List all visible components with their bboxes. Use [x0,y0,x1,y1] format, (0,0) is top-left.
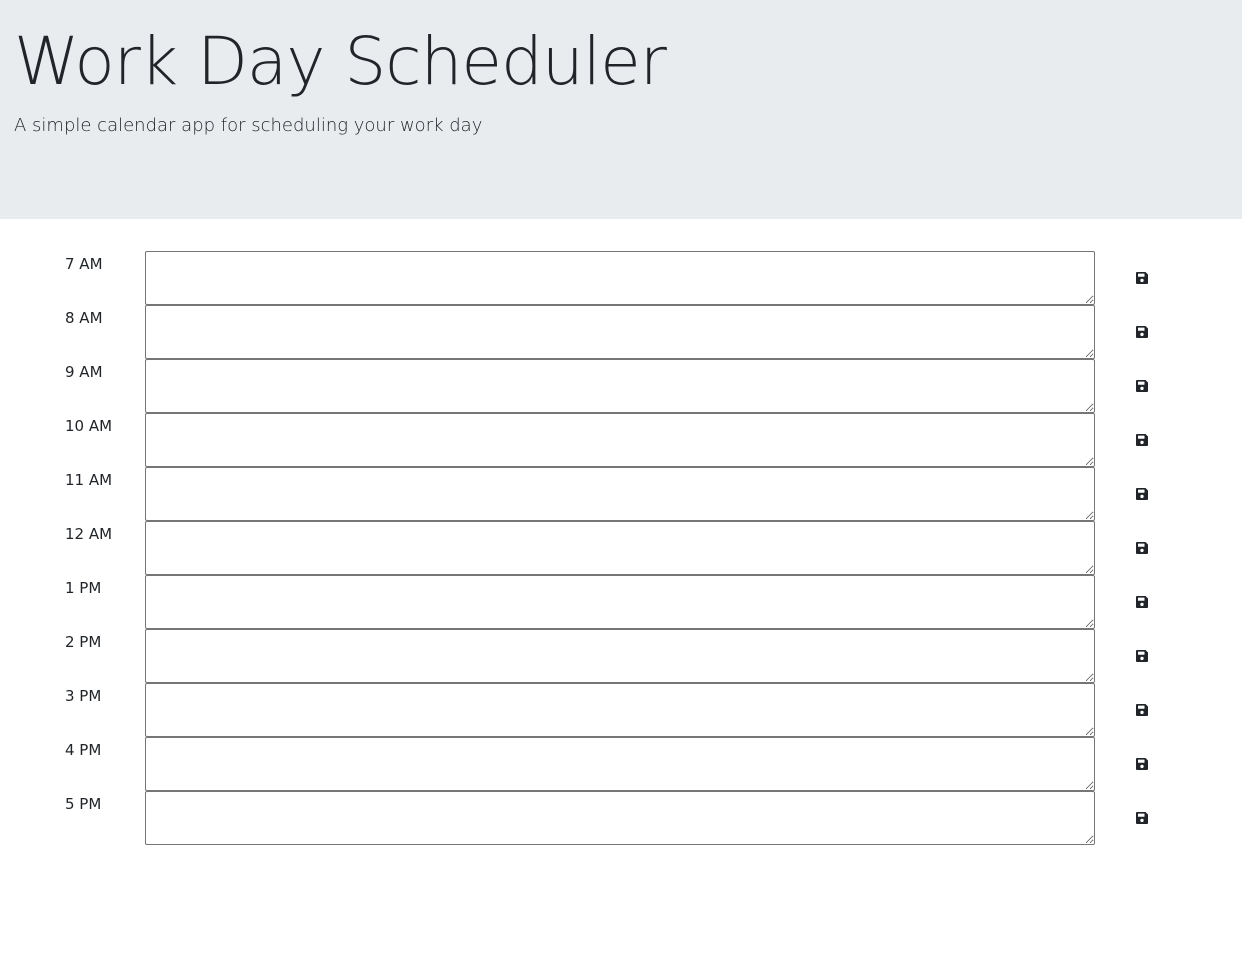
event-textarea[interactable] [145,575,1095,629]
floppy-disk-icon [1135,649,1149,663]
floppy-disk-icon [1135,541,1149,555]
event-textarea[interactable] [145,305,1095,359]
event-textarea[interactable] [145,791,1095,845]
floppy-disk-icon [1135,325,1149,339]
save-button[interactable] [1124,587,1160,617]
floppy-disk-icon [1135,271,1149,285]
save-button[interactable] [1124,425,1160,455]
time-block-row: 3 PM [0,683,1242,737]
time-block-row: 12 AM [0,521,1242,575]
hour-label: 12 AM [65,525,113,543]
hour-label: 2 PM [65,633,102,651]
hour-label: 11 AM [65,471,113,489]
save-button[interactable] [1124,263,1160,293]
event-textarea[interactable] [145,359,1095,413]
floppy-disk-icon [1135,595,1149,609]
save-button[interactable] [1124,371,1160,401]
time-block-row: 9 AM [0,359,1242,413]
schedule-container: 7 AM 8 AM 9 AM 10 AM 11 AM 12 AM 1 PM 2 … [0,251,1242,845]
save-button[interactable] [1124,749,1160,779]
floppy-disk-icon [1135,379,1149,393]
floppy-disk-icon [1135,487,1149,501]
save-button[interactable] [1124,317,1160,347]
event-textarea[interactable] [145,683,1095,737]
time-block-row: 1 PM [0,575,1242,629]
hour-label: 10 AM [65,417,113,435]
event-textarea[interactable] [145,737,1095,791]
hour-label: 1 PM [65,579,102,597]
page-title: Work Day Scheduler [14,23,667,100]
time-block-row: 8 AM [0,305,1242,359]
hour-label: 7 AM [65,255,103,273]
event-textarea[interactable] [145,521,1095,575]
page-subtitle: A simple calendar app for scheduling you… [14,115,483,136]
hour-label: 4 PM [65,741,102,759]
floppy-disk-icon [1135,811,1149,825]
floppy-disk-icon [1135,703,1149,717]
save-button[interactable] [1124,695,1160,725]
event-textarea[interactable] [145,251,1095,305]
floppy-disk-icon [1135,433,1149,447]
event-textarea[interactable] [145,629,1095,683]
save-button[interactable] [1124,533,1160,563]
hour-label: 5 PM [65,795,102,813]
save-button[interactable] [1124,641,1160,671]
time-block-row: 4 PM [0,737,1242,791]
event-textarea[interactable] [145,467,1095,521]
hour-label: 3 PM [65,687,102,705]
hour-label: 8 AM [65,309,103,327]
time-block-row: 10 AM [0,413,1242,467]
event-textarea[interactable] [145,413,1095,467]
header-jumbotron: Work Day Scheduler A simple calendar app… [0,0,1242,219]
time-block-row: 2 PM [0,629,1242,683]
time-block-row: 7 AM [0,251,1242,305]
save-button[interactable] [1124,479,1160,509]
save-button[interactable] [1124,803,1160,833]
time-block-row: 5 PM [0,791,1242,845]
hour-label: 9 AM [65,363,103,381]
time-block-row: 11 AM [0,467,1242,521]
floppy-disk-icon [1135,757,1149,771]
